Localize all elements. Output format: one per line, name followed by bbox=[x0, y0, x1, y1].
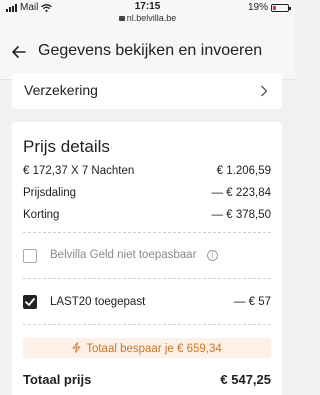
row-value: — € 378,50 bbox=[211, 209, 271, 221]
lightning-icon bbox=[72, 342, 81, 353]
row-label: Prijsdaling bbox=[23, 187, 77, 199]
lock-icon bbox=[118, 16, 125, 21]
chevron-right-icon bbox=[261, 85, 268, 97]
row-value: — € 223,84 bbox=[211, 187, 271, 199]
price-details-card: Prijs details € 172,37 X 7 Nachten € 1.2… bbox=[12, 122, 282, 395]
total-savings-banner: Totaal bespaar je € 659,34 bbox=[23, 338, 271, 358]
checkmark-icon bbox=[25, 298, 35, 307]
divider bbox=[23, 324, 271, 325]
battery-percent: 19% bbox=[247, 2, 268, 13]
price-details-title: Prijs details bbox=[23, 137, 110, 156]
info-icon[interactable]: i bbox=[207, 250, 218, 261]
status-bar: Mail 17:15 nl.belvilla.be 19% bbox=[0, 0, 295, 24]
divider bbox=[23, 278, 271, 279]
belvilla-money-checkbox[interactable] bbox=[23, 249, 37, 263]
page-header: Gegevens bekijken en invoeren bbox=[0, 24, 295, 80]
back-arrow-icon[interactable] bbox=[10, 43, 28, 61]
url-bar[interactable]: nl.belvilla.be bbox=[0, 13, 295, 23]
status-right: 19% bbox=[247, 2, 291, 13]
battery-icon bbox=[271, 3, 291, 12]
row-label: € 172,37 X 7 Nachten bbox=[23, 165, 135, 177]
coupon-value: — € 57 bbox=[233, 296, 271, 308]
total-value: € 547,25 bbox=[220, 372, 271, 387]
insurance-row[interactable]: Verzekering bbox=[12, 73, 282, 109]
row-value: € 1.206,59 bbox=[216, 165, 271, 177]
battery-level-fill bbox=[273, 5, 276, 10]
row-label: Korting bbox=[23, 209, 60, 221]
insurance-label: Verzekering bbox=[24, 82, 98, 98]
divider bbox=[23, 232, 271, 233]
coupon-checkbox[interactable] bbox=[23, 295, 37, 309]
total-label: Totaal prijs bbox=[23, 372, 92, 387]
total-price-row: Totaal prijs € 547,25 bbox=[23, 372, 271, 387]
savings-text: Totaal bespaar je € 659,34 bbox=[86, 343, 222, 355]
coupon-label: LAST20 toegepast bbox=[50, 296, 146, 308]
belvilla-money-label: Belvilla Geld niet toepasbaar bbox=[50, 249, 197, 261]
url-text: nl.belvilla.be bbox=[126, 13, 177, 23]
page-title: Gegevens bekijken en invoeren bbox=[38, 42, 263, 59]
